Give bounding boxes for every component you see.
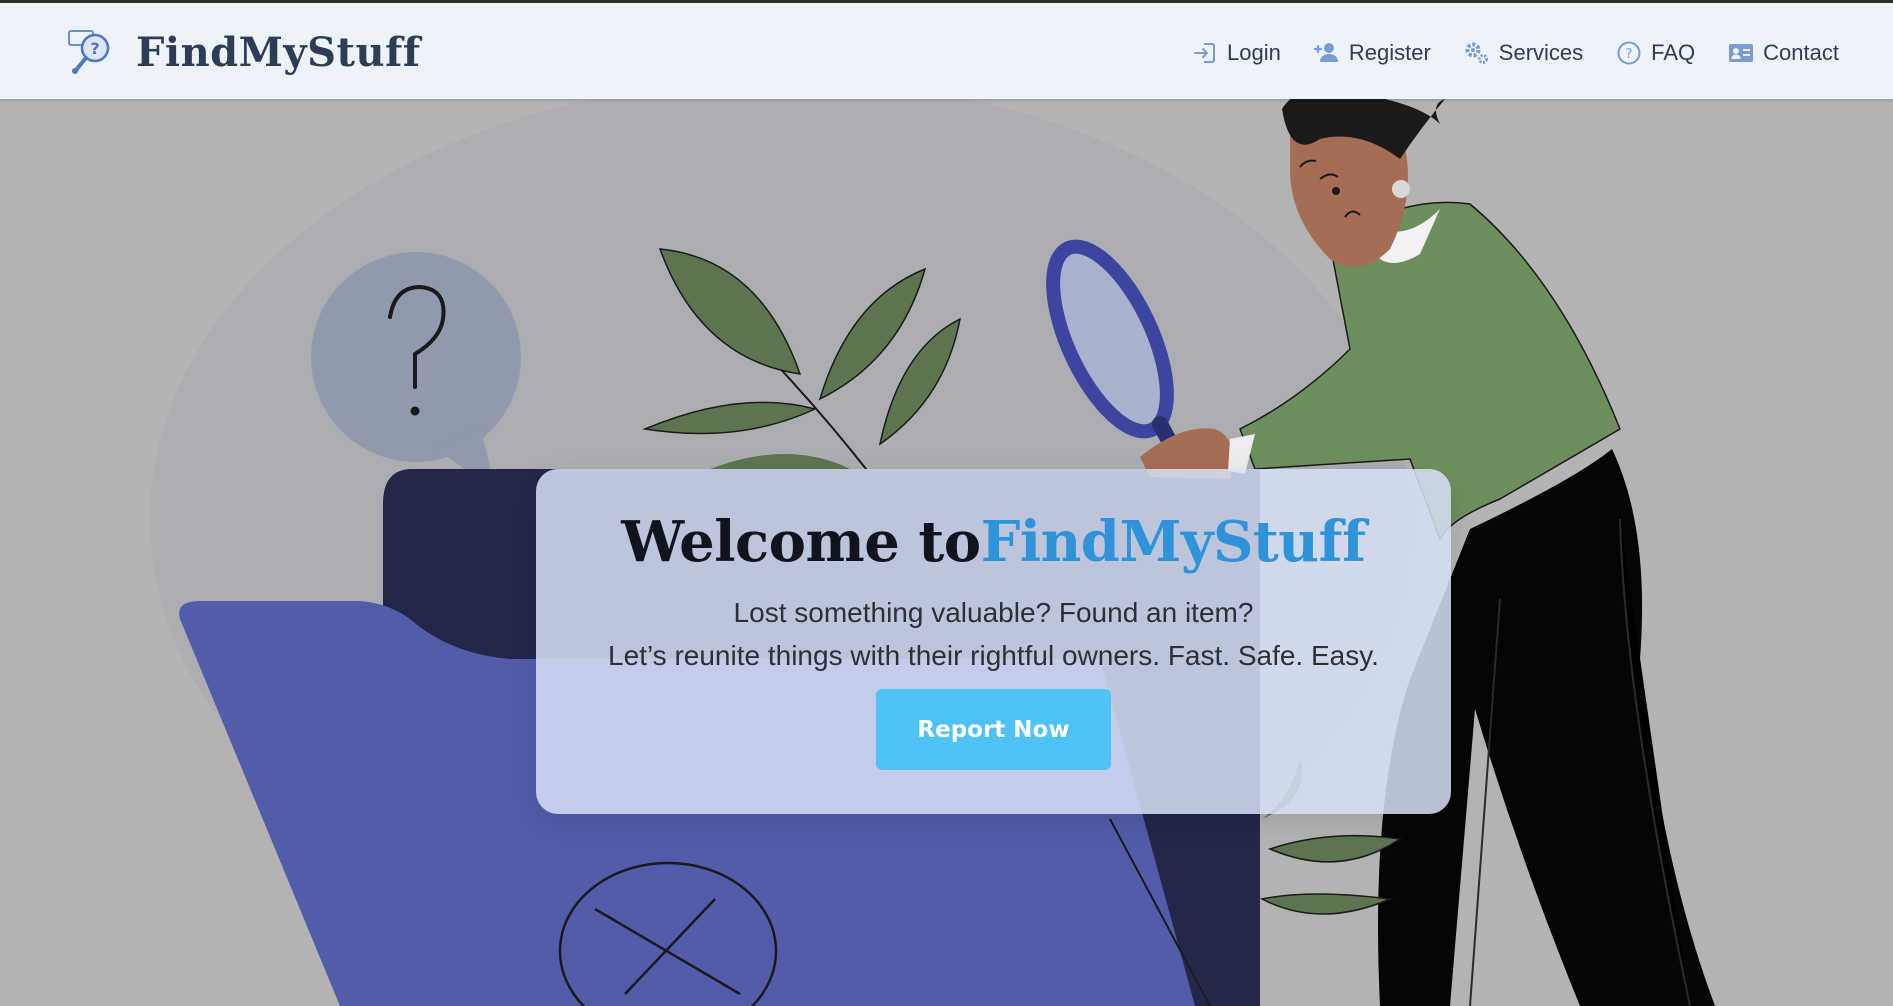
welcome-heading: Welcome toFindMyStuff (536, 507, 1451, 577)
nav-contact-label: Contact (1763, 40, 1839, 65)
hero-section: Welcome toFindMyStuff Lost something val… (0, 99, 1893, 1006)
nav-faq[interactable]: ? FAQ (1616, 40, 1695, 66)
nav-register[interactable]: Register (1313, 40, 1431, 66)
hero-tagline: Lost something valuable? Found an item? L… (536, 591, 1451, 677)
nav-links: Login Register Services ? FAQ Contact (1159, 31, 1839, 75)
tagline-line-2: Let’s reunite things with their rightful… (608, 640, 1379, 671)
navbar: ? FindMyStuff Login Register Services ? … (0, 3, 1893, 99)
svg-text:?: ? (1626, 47, 1633, 62)
welcome-card: Welcome toFindMyStuff Lost something val… (536, 469, 1451, 814)
report-now-button[interactable]: Report Now (876, 689, 1111, 770)
nav-register-label: Register (1348, 40, 1431, 65)
svg-text:?: ? (90, 39, 99, 58)
nav-login-label: Login (1227, 40, 1281, 65)
brand-name: FindMyStuff (136, 28, 421, 76)
window-top-border (0, 0, 1893, 3)
question-circle-icon: ? (1617, 41, 1641, 65)
nav-services[interactable]: Services (1464, 40, 1583, 66)
nav-contact[interactable]: Contact (1728, 40, 1839, 66)
brand[interactable]: ? FindMyStuff (66, 27, 421, 77)
login-icon (1194, 43, 1216, 63)
nav-login[interactable]: Login (1192, 40, 1281, 66)
nav-services-label: Services (1498, 40, 1584, 65)
tagline-line-1: Lost something valuable? Found an item? (733, 597, 1254, 628)
welcome-brand: FindMyStuff (980, 509, 1367, 575)
user-plus-icon (1313, 43, 1338, 62)
nav-faq-label: FAQ (1651, 40, 1696, 65)
gears-icon (1465, 42, 1488, 64)
welcome-prefix: Welcome to (621, 509, 981, 575)
contact-card-icon (1729, 44, 1754, 62)
magnifier-question-icon: ? (68, 30, 110, 74)
